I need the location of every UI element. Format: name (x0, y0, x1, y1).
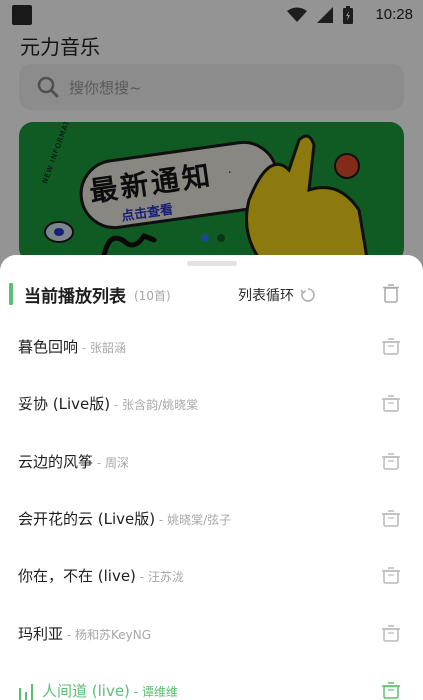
song-title: 会开花的云 (Live版) (18, 509, 156, 528)
playlist-header: 当前播放列表 (10首) 列表循环 (0, 281, 423, 309)
song-text: 云边的风筝 - 周深 (18, 451, 129, 472)
song-artist: 张含韵/姚晓棠 (122, 398, 199, 413)
header-accent-bar (9, 283, 13, 305)
song-text: 暮色回响 - 张韶涵 (18, 336, 126, 357)
song-separator: - (155, 512, 168, 527)
song-title: 云边的风筝 (18, 452, 94, 471)
song-text: 你在，不在 (live) - 汪苏泷 (18, 565, 184, 586)
song-row[interactable]: 玛利亚 - 杨和苏KeyNG (0, 606, 423, 663)
song-row[interactable]: 妥协 (Live版) - 张含韵/姚晓棠 (0, 376, 423, 433)
now-playing-icon (19, 683, 33, 700)
song-artist: 张韶涵 (89, 341, 126, 355)
playlist-sheet: 当前播放列表 (10首) 列表循环 暮色回响 - 张韶涵 妥协 (Live版) -… (0, 255, 423, 700)
song-separator: - (93, 455, 105, 470)
song-row[interactable]: 暮色回响 - 张韶涵 (0, 319, 423, 376)
remove-song-icon[interactable] (380, 507, 402, 529)
song-title: 玛利亚 (18, 624, 64, 643)
playlist-title: 当前播放列表 (24, 287, 126, 307)
song-separator: - (63, 627, 75, 642)
play-mode-label: 列表循环 (238, 288, 294, 304)
song-title: 人间道 (live) (42, 681, 130, 700)
song-separator: - (135, 570, 148, 585)
song-artist: 杨和苏KeyNG (74, 627, 152, 642)
remove-song-icon[interactable] (380, 679, 402, 700)
playlist-count: (10首) (134, 289, 171, 303)
song-text: 人间道 (live) - 谭维维 (42, 680, 178, 700)
song-text: 妥协 (Live版) - 张含韵/姚晓棠 (18, 393, 198, 414)
play-mode-button[interactable]: 列表循环 (238, 285, 316, 305)
song-artist: 谭维维 (141, 684, 178, 699)
remove-song-icon[interactable] (380, 564, 402, 586)
song-artist: 汪苏泷 (147, 570, 184, 585)
remove-song-icon[interactable] (380, 392, 402, 414)
song-text: 玛利亚 - 杨和苏KeyNG (18, 623, 151, 644)
repeat-icon (300, 288, 315, 302)
song-row[interactable]: 你在，不在 (live) - 汪苏泷 (0, 548, 423, 605)
song-artist: 周深 (104, 455, 129, 470)
song-artist: 姚晓棠/弦子 (167, 512, 232, 527)
song-text: 会开花的云 (Live版) - 姚晓棠/弦子 (18, 508, 231, 529)
song-row[interactable]: 云边的风筝 - 周深 (0, 434, 423, 491)
remove-song-icon[interactable] (380, 622, 402, 644)
song-separator: - (110, 398, 123, 413)
sheet-drag-handle[interactable] (187, 261, 237, 266)
clear-playlist-icon[interactable] (380, 282, 402, 304)
song-row-playing[interactable]: 人间道 (live) - 谭维维 (0, 663, 423, 700)
remove-song-icon[interactable] (380, 335, 402, 357)
song-title: 你在，不在 (live) (18, 567, 136, 586)
song-separator: - (78, 341, 90, 355)
song-title: 妥协 (Live版) (18, 395, 111, 414)
song-separator: - (129, 684, 142, 699)
song-title: 暮色回响 (18, 338, 79, 356)
song-row[interactable]: 会开花的云 (Live版) - 姚晓棠/弦子 (0, 491, 423, 548)
remove-song-icon[interactable] (380, 450, 402, 472)
